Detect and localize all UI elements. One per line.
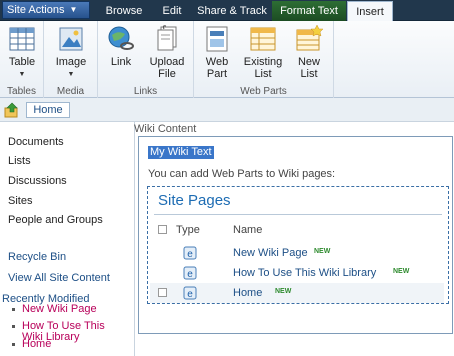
nav-discussions[interactable]: Discussions bbox=[8, 175, 67, 187]
editor-hint-text: You can add Web Parts to Wiki pages: bbox=[148, 168, 336, 180]
wiki-page-icon: e bbox=[183, 266, 197, 280]
table-icon bbox=[9, 27, 35, 51]
ribbon-tab-bar: Site Actions ▼ Browse Edit Share & Track… bbox=[0, 0, 454, 22]
new-badge: NEW bbox=[275, 288, 292, 295]
image-button[interactable]: Image ▼ bbox=[50, 24, 92, 81]
group-label-web-parts: Web Parts bbox=[240, 86, 287, 97]
table-row[interactable]: e How To Use This Wiki Library NEW bbox=[150, 263, 444, 283]
link-icon bbox=[108, 26, 134, 50]
ribbon-group-tables: Table ▼ Tables bbox=[0, 21, 44, 98]
link-button[interactable]: Link bbox=[100, 24, 142, 68]
content-divider bbox=[134, 122, 135, 356]
group-label-tables: Tables bbox=[7, 86, 36, 97]
upload-file-label: Upload File bbox=[149, 56, 185, 80]
tab-format-text[interactable]: Format Text bbox=[272, 1, 346, 21]
ribbon-group-links: Link Upload File Links bbox=[98, 21, 194, 98]
site-actions-menu[interactable]: Site Actions ▼ bbox=[2, 1, 90, 19]
group-label-media: Media bbox=[56, 86, 85, 97]
recent-item[interactable]: New Wiki Page bbox=[12, 303, 122, 315]
existing-list-icon bbox=[250, 27, 276, 51]
new-list-icon bbox=[296, 24, 324, 51]
table-row[interactable]: e Home NEW bbox=[150, 283, 444, 303]
ribbon-insert: Table ▼ Tables Image ▼ Media Link Upload… bbox=[0, 21, 454, 98]
tab-edit[interactable]: Edit bbox=[152, 1, 192, 21]
ribbon-group-web-parts: Web Part Existing List New List Web Part… bbox=[194, 21, 334, 98]
wiki-content-label: Wiki Content bbox=[134, 123, 197, 135]
table-label: Table bbox=[8, 56, 36, 68]
image-label: Image bbox=[55, 56, 87, 68]
nav-view-all-site-content[interactable]: View All Site Content bbox=[8, 272, 110, 284]
wiki-content-editor[interactable]: My Wiki Text You can add Web Parts to Wi… bbox=[138, 136, 453, 334]
upload-file-button[interactable]: Upload File bbox=[146, 24, 188, 80]
dropdown-arrow-icon: ▼ bbox=[67, 71, 75, 78]
bullet-icon bbox=[12, 325, 15, 328]
new-list-label: New List bbox=[297, 56, 320, 80]
table-row[interactable]: e New Wiki Page NEW bbox=[150, 243, 444, 263]
image-icon bbox=[59, 27, 83, 51]
web-part-divider bbox=[154, 214, 442, 215]
recent-item-label: New Wiki Page bbox=[22, 303, 97, 315]
svg-text:e: e bbox=[187, 269, 193, 280]
tab-browse[interactable]: Browse bbox=[98, 1, 150, 21]
bullet-icon bbox=[12, 343, 15, 346]
wiki-page-icon: e bbox=[183, 286, 197, 300]
web-part-title[interactable]: Site Pages bbox=[158, 192, 231, 209]
link-label: Link bbox=[110, 56, 132, 68]
column-header-name[interactable]: Name bbox=[233, 224, 262, 236]
web-part-icon bbox=[206, 26, 228, 52]
existing-list-button[interactable]: Existing List bbox=[242, 24, 284, 80]
select-all-checkbox[interactable] bbox=[158, 225, 167, 234]
bullet-icon bbox=[12, 308, 15, 311]
svg-text:e: e bbox=[187, 289, 193, 300]
column-header-type[interactable]: Type bbox=[176, 224, 200, 236]
ribbon-group-media: Image ▼ Media bbox=[44, 21, 98, 98]
row-name-link[interactable]: Home bbox=[233, 287, 262, 299]
wiki-page-icon: e bbox=[183, 246, 197, 260]
site-pages-web-part[interactable]: Site Pages Type Name e New Wiki Page NEW… bbox=[147, 186, 449, 304]
upload-file-icon bbox=[157, 25, 177, 51]
recent-item[interactable]: Home bbox=[12, 338, 112, 350]
quick-launch: Documents Lists Discussions Sites People… bbox=[0, 122, 134, 356]
row-name-link[interactable]: How To Use This Wiki Library bbox=[233, 267, 376, 279]
new-badge: NEW bbox=[314, 248, 331, 255]
existing-list-label: Existing List bbox=[243, 56, 283, 80]
site-actions-label: Site Actions bbox=[7, 4, 65, 16]
nav-people-and-groups[interactable]: People and Groups bbox=[8, 214, 103, 226]
row-checkbox[interactable] bbox=[158, 288, 167, 297]
navigate-up-icon[interactable] bbox=[4, 102, 20, 118]
nav-sites[interactable]: Sites bbox=[8, 195, 32, 207]
nav-lists[interactable]: Lists bbox=[8, 155, 31, 167]
recent-item-label: Home bbox=[22, 338, 52, 350]
tab-share-track[interactable]: Share & Track bbox=[194, 1, 270, 21]
nav-documents[interactable]: Documents bbox=[8, 136, 64, 148]
nav-recycle-bin[interactable]: Recycle Bin bbox=[8, 251, 66, 263]
web-part-button[interactable]: Web Part bbox=[196, 24, 238, 80]
selected-text[interactable]: My Wiki Text bbox=[148, 146, 214, 159]
breadcrumb: Home bbox=[0, 98, 454, 122]
new-list-button[interactable]: New List bbox=[288, 24, 330, 80]
breadcrumb-home[interactable]: Home bbox=[26, 102, 70, 118]
chevron-down-icon: ▼ bbox=[69, 5, 78, 14]
new-badge: NEW bbox=[393, 268, 410, 275]
table-button[interactable]: Table ▼ bbox=[1, 24, 43, 81]
svg-text:e: e bbox=[187, 249, 193, 260]
dropdown-arrow-icon: ▼ bbox=[18, 71, 26, 78]
group-label-links: Links bbox=[133, 86, 158, 97]
row-name-link[interactable]: New Wiki Page bbox=[233, 247, 308, 259]
tab-insert[interactable]: Insert bbox=[347, 1, 393, 22]
web-part-label: Web Part bbox=[205, 56, 229, 80]
